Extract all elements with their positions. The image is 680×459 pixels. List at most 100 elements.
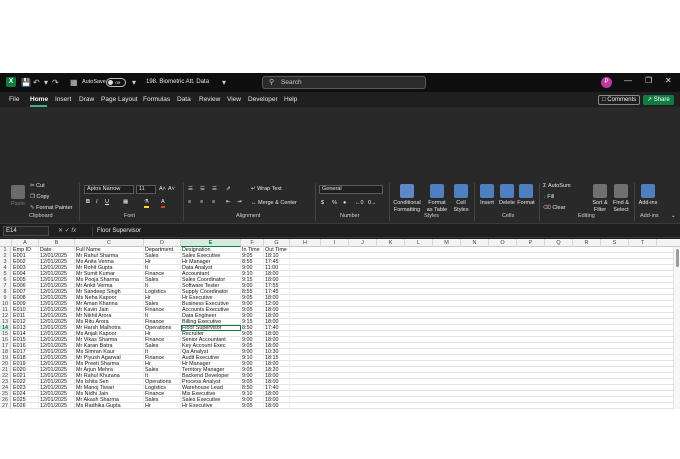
column-header-g[interactable]: G [264,239,290,247]
search-box[interactable]: ⚲ Search [262,76,426,89]
column-header-h[interactable]: H [290,239,321,247]
column-header-s[interactable]: S [601,239,629,247]
delete-cells-button[interactable]: Delete [498,184,516,207]
enter-icon[interactable]: ✓ [65,228,70,234]
scrollbar-thumb[interactable] [676,249,679,267]
customize-toolbar-icon[interactable]: ▾ [132,78,136,87]
bold-icon[interactable]: B [86,199,90,206]
restore-icon[interactable]: ❐ [645,76,652,85]
underline-icon[interactable]: U [105,199,109,206]
decrease-indent-icon[interactable]: ⇤ [226,199,231,206]
cell-styles-button[interactable]: Cell Styles [452,184,470,214]
comma-icon[interactable]: ● [343,200,346,207]
minimize-icon[interactable]: — [624,76,632,85]
font-color-icon[interactable]: A [161,199,165,208]
shrink-font-icon[interactable]: A˅ [168,186,175,193]
align-left-icon[interactable]: ≡ [188,199,191,206]
cancel-icon[interactable]: ✕ [58,228,63,234]
orientation-icon[interactable]: ⇗ [226,186,231,193]
paste-button[interactable]: Paste [9,185,27,208]
column-header-k[interactable]: K [377,239,405,247]
find-select-button[interactable]: Find & Select [611,184,631,214]
undo-icon[interactable]: ↶ [33,78,40,87]
avatar[interactable]: P [601,77,612,88]
column-header-a[interactable]: A [12,239,39,247]
column-header-l[interactable]: L [405,239,433,247]
close-icon[interactable]: ✕ [665,76,672,85]
column-header-r[interactable]: R [573,239,601,247]
column-header-p[interactable]: P [517,239,545,247]
column-header-e[interactable]: E [181,239,241,247]
italic-icon[interactable]: I [96,199,98,206]
percent-icon[interactable]: % [332,200,337,207]
column-header-m[interactable]: M [433,239,461,247]
fill-button[interactable]: ↓ Fill [543,194,554,201]
menu-draw[interactable]: Draw [79,95,94,104]
column-header-d[interactable]: D [144,239,181,247]
add-ins-button[interactable]: Add-ins [637,184,659,207]
vertical-scrollbar[interactable] [673,247,680,409]
font-name-select[interactable]: Aptos Narrow [84,185,134,194]
font-size-select[interactable]: 11 [136,185,156,194]
save-icon[interactable]: 💾 [21,78,31,87]
row-header-27[interactable]: 27 [0,403,11,409]
column-header-i[interactable]: I [321,239,349,247]
chevron-down-icon[interactable]: ▾ [222,78,226,87]
number-format-select[interactable]: General [319,185,383,194]
table-cell[interactable]: E026 [12,403,39,409]
comments-button[interactable]: □ Comments [598,95,641,105]
wrap-text-button[interactable]: ↵ Wrap Text [251,186,282,193]
cut-button[interactable]: ✂ Cut [30,183,45,190]
sort-filter-button[interactable]: Sort & Filter [589,184,611,214]
increase-decimal-icon[interactable]: ←0 [355,200,364,207]
column-header-c[interactable]: C [75,239,144,247]
formula-input[interactable]: Floor Supervisor [92,226,676,236]
borders-icon[interactable]: ▦ [123,199,128,206]
menu-developer[interactable]: Developer [248,95,278,104]
fill-color-icon[interactable]: ⚗ [144,199,149,208]
select-all-corner[interactable] [0,239,12,247]
collapse-ribbon-icon[interactable]: ⌄ [671,213,676,220]
autosum-button[interactable]: Σ AutoSum [543,183,571,190]
menu-formulas[interactable]: Formulas [143,95,170,104]
copy-button[interactable]: ❐ Copy [30,194,49,201]
menu-file[interactable]: File [9,95,19,104]
insert-cells-button[interactable]: Insert [478,184,496,207]
menu-data[interactable]: Data [177,95,191,104]
conditional-formatting-button[interactable]: Conditional Formatting [391,184,423,214]
increase-indent-icon[interactable]: ⇥ [237,199,242,206]
table-cell[interactable]: Ms Radhika Gupta [75,403,144,409]
decrease-decimal-icon[interactable]: 0→ [368,200,377,207]
menu-home[interactable]: Home [30,95,48,104]
align-bottom-icon[interactable]: ☰ [212,186,217,193]
align-right-icon[interactable]: ≡ [212,199,215,206]
share-button[interactable]: ↗ Share [643,95,674,105]
column-header-o[interactable]: O [489,239,517,247]
menu-page-layout[interactable]: Page Layout [101,95,138,104]
column-header-n[interactable]: N [461,239,489,247]
align-center-icon[interactable]: ≡ [200,199,203,206]
clear-button[interactable]: ⌫ Clear [543,205,565,212]
format-cells-button[interactable]: Format [517,184,535,207]
table-cell[interactable]: Hr [144,403,181,409]
grow-font-icon[interactable]: A˄ [159,186,166,193]
menu-help[interactable]: Help [284,95,297,104]
function-icon[interactable]: fx [71,228,76,234]
table-cell[interactable]: 9:05 [241,403,264,409]
table-cell[interactable]: 18:00 [264,403,290,409]
column-header-f[interactable]: F [241,239,264,247]
name-box[interactable]: E14 [3,226,49,236]
redo-icon[interactable]: ↷ [52,78,59,87]
merge-center-button[interactable]: ↔ Merge & Center [251,200,297,207]
column-header-j[interactable]: J [349,239,377,247]
menu-insert[interactable]: Insert [55,95,71,104]
menu-review[interactable]: Review [199,95,220,104]
align-middle-icon[interactable]: ☰ [200,186,205,193]
chevron-down-icon[interactable]: ▾ [44,78,48,87]
column-header-q[interactable]: Q [545,239,573,247]
column-header-b[interactable]: B [39,239,75,247]
currency-icon[interactable]: $ [321,200,324,207]
format-painter-button[interactable]: ✎ Format Painter [30,205,73,212]
worksheet-grid[interactable]: ABCDEFGHIJKLMNOPQRST 1 Emp ID Date Full Nam… [0,239,680,409]
format-as-table-button[interactable]: Format as Table [425,184,449,214]
